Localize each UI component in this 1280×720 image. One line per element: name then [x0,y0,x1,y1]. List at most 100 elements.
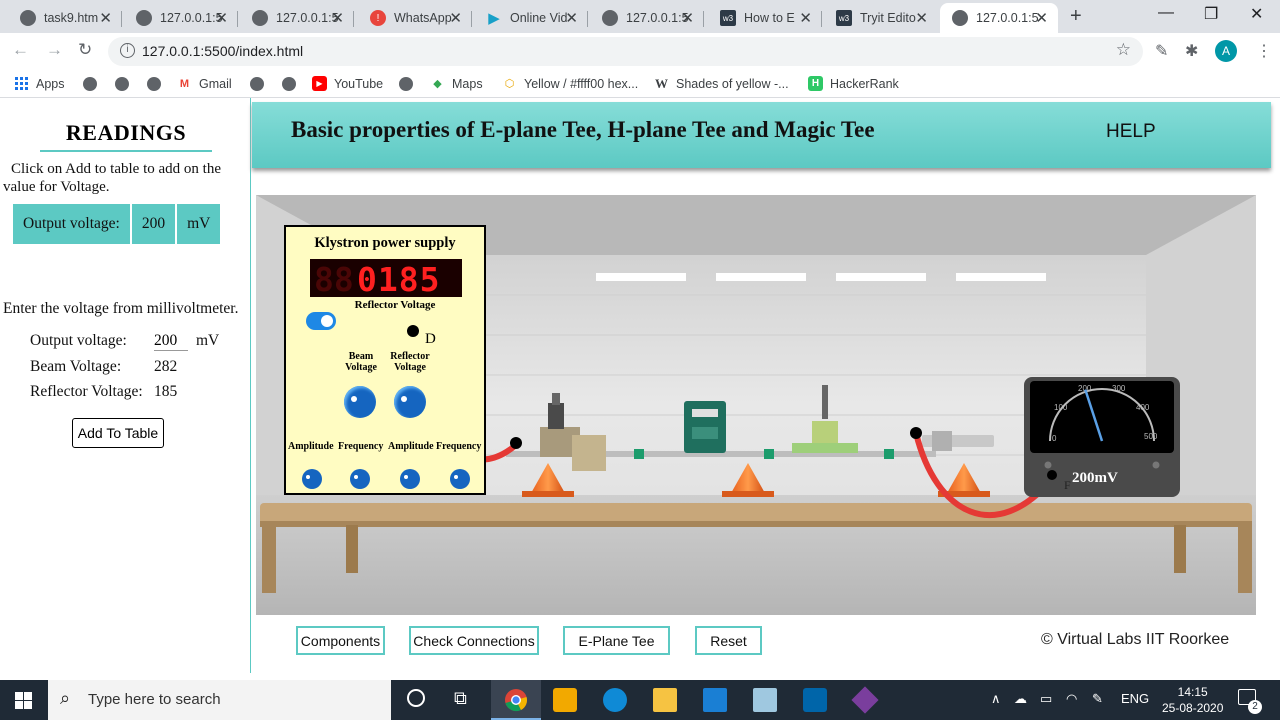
browser-tab[interactable]: task9.htm ✕ [8,3,122,33]
frequency-knob[interactable] [350,469,370,489]
task-view-icon[interactable]: ⧉ [454,688,467,709]
app-icon[interactable] [851,686,879,714]
windows-start-icon[interactable] [15,692,32,709]
taskbar-search-box[interactable]: ⌕ Type here to search [48,680,391,720]
bookmark-maps[interactable]: ◆ Maps [430,76,482,91]
tab-title: 127.0.0.1:5 [160,11,222,25]
bookmark-youtube[interactable]: ▶ YouTube [312,76,383,91]
e-plane-tee-button[interactable]: E-Plane Tee [563,626,670,655]
bookmark-star-icon[interactable]: ☆ [1116,40,1131,60]
globe-icon[interactable] [250,77,264,91]
bookmark-hackerrank[interactable]: H HackerRank [808,76,899,91]
battery-icon[interactable]: ▭ [1040,691,1052,707]
edge-icon[interactable] [603,688,627,712]
bookmark-gmail[interactable]: M Gmail [177,76,232,91]
notepad-icon[interactable] [753,688,777,712]
reload-icon[interactable]: ↻ [78,40,92,60]
cortana-icon[interactable] [407,689,425,707]
globe-icon[interactable] [399,77,413,91]
beam-voltage-knob[interactable] [344,386,376,418]
tab-title: How to E [744,11,795,25]
globe-icon[interactable] [282,77,296,91]
amplitude-knob[interactable] [400,469,420,489]
table-leg [346,525,358,573]
vscode-icon[interactable] [803,688,827,712]
browser-tab[interactable]: ▶ Online Vid ✕ [474,3,588,33]
globe-icon[interactable] [83,77,97,91]
profile-avatar[interactable]: A [1215,40,1237,62]
minimize-icon[interactable]: — [1158,4,1174,22]
language-indicator[interactable]: ENG [1121,691,1149,706]
table-label-cell: Output voltage: [13,204,130,244]
millivoltmeter[interactable]: 0 100 200 300 400 500 200mV F [1024,377,1180,497]
close-window-icon[interactable]: ✕ [1250,4,1263,24]
browser-tab[interactable]: 127.0.0.1:5 ✕ [240,3,354,33]
site-info-icon[interactable]: i [120,43,135,58]
forward-icon[interactable]: → [46,40,63,60]
browser-tab[interactable]: ! WhatsApp ✕ [358,3,472,33]
clock-date: 25-08-2020 [1162,701,1224,715]
close-tab-icon[interactable]: ✕ [799,9,812,27]
close-tab-icon[interactable]: ✕ [1035,9,1048,27]
wifi-icon[interactable]: ◠ [1066,691,1077,707]
close-tab-icon[interactable]: ✕ [215,9,228,27]
menu-kebab-icon[interactable]: ⋮ [1256,41,1272,61]
address-bar[interactable]: i 127.0.0.1:5500/index.html ☆ [108,37,1143,66]
terminal-d[interactable] [407,325,419,337]
meter-screw [1152,461,1160,469]
help-link[interactable]: HELP [1106,121,1156,143]
url-text[interactable]: 127.0.0.1:5500/index.html [142,43,303,59]
browser-tab[interactable]: w3 How to E ✕ [708,3,822,33]
extensions-puzzle-icon[interactable]: ✱ [1185,41,1198,61]
browser-tab[interactable]: w3 Tryit Edito ✕ [824,3,938,33]
reflector-voltage-label: Reflector Voltage: [30,383,143,400]
onedrive-icon[interactable]: ☁ [1014,691,1027,707]
file-explorer-icon[interactable] [653,688,677,712]
output-voltage-input[interactable] [154,332,188,351]
components-button[interactable]: Components [296,626,385,655]
browser-tab-active[interactable]: 127.0.0.1:5 ✕ [940,3,1058,33]
variable-attenuator[interactable] [684,401,726,453]
mail-icon[interactable] [703,688,727,712]
globe-icon [252,10,268,26]
restore-icon[interactable]: ❐ [1204,4,1218,24]
globe-icon [136,10,152,26]
power-toggle[interactable] [306,312,336,330]
browser-tab[interactable]: 127.0.0.1:5 ✕ [590,3,704,33]
cable-end-terminal[interactable] [910,427,922,439]
browser-tab[interactable]: 127.0.0.1:5 ✕ [124,3,238,33]
youtube-icon: ▶ [312,76,327,91]
amplitude-knob[interactable] [302,469,322,489]
close-tab-icon[interactable]: ✕ [99,9,112,27]
tray-chevron-icon[interactable]: ∧ [991,691,1001,707]
globe-icon[interactable] [147,77,161,91]
close-tab-icon[interactable]: ✕ [915,9,928,27]
pen-icon[interactable]: ✎ [1092,691,1103,707]
taskbar-clock[interactable]: 14:15 25-08-2020 [1162,684,1223,716]
page-title: Basic properties of E-plane Tee, H-plane… [291,117,875,142]
back-icon[interactable]: ← [12,40,29,60]
reflector-voltage-knob[interactable] [394,386,426,418]
close-tab-icon[interactable]: ✕ [331,9,344,27]
bookmark-shades-yellow[interactable]: W Shades of yellow -... [654,76,789,91]
cable-end-terminal[interactable] [510,437,522,449]
close-tab-icon[interactable]: ✕ [681,9,694,27]
readings-sidebar: READINGS Click on Add to table to add on… [0,98,251,673]
extension-eyedropper-icon[interactable]: ✎ [1155,41,1168,61]
store-icon[interactable] [553,688,577,712]
check-connections-button[interactable]: Check Connections [409,626,539,655]
display-digits: 0185 [357,260,441,299]
ceiling-light [956,273,1046,281]
meter-input-terminal[interactable] [1047,470,1057,480]
close-tab-icon[interactable]: ✕ [565,9,578,27]
notification-count-badge: 2 [1248,700,1262,714]
frequency-knob[interactable] [450,469,470,489]
reset-button[interactable]: Reset [695,626,762,655]
new-tab-icon[interactable]: + [1070,5,1082,28]
bookmark-yellow-hex[interactable]: ⬡ Yellow / #ffff00 hex... [502,76,639,91]
close-tab-icon[interactable]: ✕ [449,9,462,27]
globe-icon[interactable] [115,77,129,91]
chrome-taskbar-button[interactable] [491,680,541,720]
add-to-table-button[interactable]: Add To Table [72,418,164,448]
bookmark-apps[interactable]: Apps [14,76,65,91]
